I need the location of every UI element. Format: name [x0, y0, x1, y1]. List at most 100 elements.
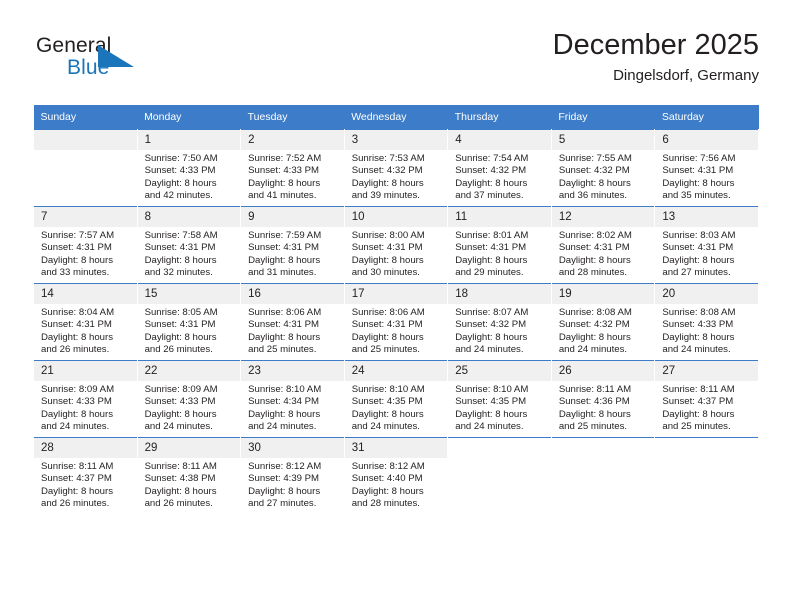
sunset-text: Sunset: 4:33 PM [144, 165, 216, 177]
calendar-day-cell[interactable]: 7 Sunrise: 7:57 AM Sunset: 4:31 PM Daylight… [33, 206, 138, 284]
daylight-text-line2: and 30 minutes. [351, 267, 420, 279]
sunrise-text: Sunrise: 7:56 AM [662, 153, 736, 164]
day-details: Sunrise: 8:04 AM Sunset: 4:31 PM Daylight:… [34, 304, 137, 357]
daylight-text-line1: Daylight: 8 hours [662, 177, 735, 189]
daylight-text-line2: and 31 minutes. [248, 267, 317, 279]
sunrise-text: Sunrise: 8:11 AM [41, 461, 114, 472]
calendar-day-cell[interactable] [550, 437, 656, 514]
sunrise-text: Sunrise: 8:02 AM [558, 230, 632, 241]
daylight-text-line1: Daylight: 8 hours [41, 331, 113, 343]
calendar-day-cell[interactable]: 22 Sunrise: 8:09 AM Sunset: 4:33 PM Dayligh… [136, 360, 242, 438]
weekday-header-row: Sunday Monday Tuesday Wednesday Thursday… [33, 105, 759, 130]
day-details: Sunrise: 8:05 AM Sunset: 4:31 PM Daylight:… [138, 304, 241, 357]
day-details: Sunrise: 8:09 AM Sunset: 4:33 PM Daylight:… [138, 381, 241, 434]
daylight-text-line2: and 24 minutes. [662, 344, 731, 356]
calendar-day-cell[interactable]: 14 Sunrise: 8:04 AM Sunset: 4:31 PM Dayligh… [33, 283, 138, 361]
day-number: 17 [344, 284, 448, 304]
calendar-day-cell[interactable]: 15 Sunrise: 8:05 AM Sunset: 4:31 PM Dayligh… [136, 283, 242, 361]
daylight-text-line1: Daylight: 8 hours [41, 254, 113, 266]
page-header: General Blue December 2025 Dingelsdorf, … [33, 28, 759, 98]
sunset-text: Sunset: 4:37 PM [41, 473, 112, 485]
daylight-text-line2: and 24 minutes. [558, 344, 628, 356]
sunrise-text: Sunrise: 8:12 AM [248, 461, 322, 472]
daylight-text-line2: and 35 minutes. [662, 190, 731, 202]
daylight-text-line2: and 27 minutes. [662, 267, 731, 279]
daylight-text-line2: and 26 minutes. [41, 344, 110, 356]
daylight-text-line1: Daylight: 8 hours [351, 408, 424, 420]
daylight-text-line1: Daylight: 8 hours [248, 408, 321, 420]
sunset-text: Sunset: 4:31 PM [248, 242, 320, 254]
calendar-day-cell[interactable]: 11 Sunrise: 8:01 AM Sunset: 4:31 PM Dayligh… [447, 206, 552, 284]
calendar-grid: Sunday Monday Tuesday Wednesday Thursday… [33, 105, 759, 514]
daylight-text-line2: and 24 minutes. [455, 344, 524, 356]
daylight-text-line1: Daylight: 8 hours [558, 331, 631, 343]
calendar-day-cell[interactable]: 31 Sunrise: 8:12 AM Sunset: 4:40 PM Dayligh… [343, 437, 449, 514]
calendar-day-cell[interactable]: 6 Sunrise: 7:56 AM Sunset: 4:31 PM Daylight… [654, 129, 759, 207]
brand-logo: General Blue [36, 34, 216, 92]
calendar-day-cell[interactable]: 5 Sunrise: 7:55 AM Sunset: 4:32 PM Daylight… [550, 129, 656, 207]
day-details: Sunrise: 8:09 AM Sunset: 4:33 PM Daylight:… [34, 381, 137, 434]
sunset-text: Sunset: 4:40 PM [351, 473, 423, 485]
day-number: 16 [241, 284, 344, 304]
day-details: Sunrise: 8:08 AM Sunset: 4:32 PM Daylight:… [552, 304, 655, 357]
daylight-text-line1: Daylight: 8 hours [558, 408, 631, 420]
page-subtitle-location: Dingelsdorf, Germany [613, 67, 759, 84]
calendar-day-cell[interactable]: 27 Sunrise: 8:11 AM Sunset: 4:37 PM Dayligh… [654, 360, 759, 438]
daylight-text-line1: Daylight: 8 hours [41, 408, 113, 420]
calendar-day-cell[interactable]: 10 Sunrise: 8:00 AM Sunset: 4:31 PM Dayligh… [343, 206, 449, 284]
calendar-day-cell[interactable]: 23 Sunrise: 8:10 AM Sunset: 4:34 PM Dayligh… [240, 360, 345, 438]
day-number: 9 [241, 207, 344, 227]
calendar-day-cell[interactable]: 20 Sunrise: 8:08 AM Sunset: 4:33 PM Dayligh… [654, 283, 759, 361]
daylight-text-line1: Daylight: 8 hours [248, 331, 321, 343]
calendar-day-cell[interactable] [654, 437, 759, 514]
calendar-day-cell[interactable]: 19 Sunrise: 8:08 AM Sunset: 4:32 PM Dayligh… [550, 283, 656, 361]
day-number: 2 [241, 130, 344, 150]
calendar-day-cell[interactable]: 8 Sunrise: 7:58 AM Sunset: 4:31 PM Daylight… [136, 206, 242, 284]
calendar-day-cell[interactable]: 26 Sunrise: 8:11 AM Sunset: 4:36 PM Dayligh… [550, 360, 656, 438]
title-block: December 2025 Dingelsdorf, Germany [553, 28, 759, 86]
daylight-text-line1: Daylight: 8 hours [351, 177, 424, 189]
calendar-day-cell[interactable]: 18 Sunrise: 8:07 AM Sunset: 4:32 PM Dayligh… [447, 283, 552, 361]
calendar-day-cell[interactable]: 17 Sunrise: 8:06 AM Sunset: 4:31 PM Dayligh… [343, 283, 449, 361]
calendar-day-cell[interactable]: 16 Sunrise: 8:06 AM Sunset: 4:31 PM Dayligh… [240, 283, 345, 361]
calendar-day-cell[interactable]: 29 Sunrise: 8:11 AM Sunset: 4:38 PM Dayligh… [136, 437, 242, 514]
calendar-day-cell[interactable]: 9 Sunrise: 7:59 AM Sunset: 4:31 PM Daylight… [240, 206, 345, 284]
sunrise-text: Sunrise: 8:11 AM [144, 461, 217, 472]
daylight-text-line1: Daylight: 8 hours [558, 177, 631, 189]
sunset-text: Sunset: 4:36 PM [558, 396, 630, 408]
daylight-text-line1: Daylight: 8 hours [662, 408, 735, 420]
page-title: December 2025 [552, 29, 759, 61]
day-number [551, 438, 655, 458]
calendar-day-cell[interactable]: 1 Sunrise: 7:50 AM Sunset: 4:33 PM Daylight… [136, 129, 242, 207]
daylight-text-line1: Daylight: 8 hours [144, 254, 217, 266]
daylight-text-line2: and 24 minutes. [455, 421, 524, 433]
calendar-day-cell[interactable]: 28 Sunrise: 8:11 AM Sunset: 4:37 PM Dayligh… [33, 437, 138, 514]
day-details: Sunrise: 8:10 AM Sunset: 4:35 PM Daylight:… [345, 381, 448, 434]
daylight-text-line1: Daylight: 8 hours [248, 254, 321, 266]
day-details: Sunrise: 7:53 AM Sunset: 4:32 PM Daylight:… [345, 150, 448, 203]
calendar-day-cell[interactable]: 2 Sunrise: 7:52 AM Sunset: 4:33 PM Daylight… [240, 129, 345, 207]
calendar-day-cell[interactable]: 4 Sunrise: 7:54 AM Sunset: 4:32 PM Daylight… [447, 129, 552, 207]
calendar-day-cell[interactable] [33, 129, 138, 207]
daylight-text-line2: and 24 minutes. [351, 421, 420, 433]
weekday-header-saturday: Saturday [654, 105, 759, 130]
calendar-day-cell[interactable]: 3 Sunrise: 7:53 AM Sunset: 4:32 PM Daylight… [343, 129, 449, 207]
daylight-text-line1: Daylight: 8 hours [41, 485, 113, 497]
calendar-day-cell[interactable]: 25 Sunrise: 8:10 AM Sunset: 4:35 PM Dayligh… [447, 360, 552, 438]
calendar-page: General Blue December 2025 Dingelsdorf, … [0, 0, 792, 612]
sunrise-text: Sunrise: 8:09 AM [144, 384, 218, 395]
calendar-day-cell[interactable] [447, 437, 552, 514]
calendar-day-cell[interactable]: 30 Sunrise: 8:12 AM Sunset: 4:39 PM Dayligh… [240, 437, 345, 514]
day-number: 7 [34, 207, 137, 227]
day-details: Sunrise: 8:06 AM Sunset: 4:31 PM Daylight:… [345, 304, 448, 357]
daylight-text-line2: and 28 minutes. [558, 267, 628, 279]
calendar-day-cell[interactable]: 12 Sunrise: 8:02 AM Sunset: 4:31 PM Dayligh… [550, 206, 656, 284]
daylight-text-line2: and 39 minutes. [351, 190, 420, 202]
calendar-day-cell[interactable]: 21 Sunrise: 8:09 AM Sunset: 4:33 PM Dayligh… [33, 360, 138, 438]
daylight-text-line1: Daylight: 8 hours [248, 177, 321, 189]
calendar-day-cell[interactable]: 24 Sunrise: 8:10 AM Sunset: 4:35 PM Dayligh… [343, 360, 449, 438]
daylight-text-line1: Daylight: 8 hours [455, 408, 528, 420]
calendar-day-cell[interactable]: 13 Sunrise: 8:03 AM Sunset: 4:31 PM Dayligh… [654, 206, 759, 284]
sunset-text: Sunset: 4:33 PM [662, 319, 734, 331]
weekday-header-thursday: Thursday [447, 105, 552, 130]
